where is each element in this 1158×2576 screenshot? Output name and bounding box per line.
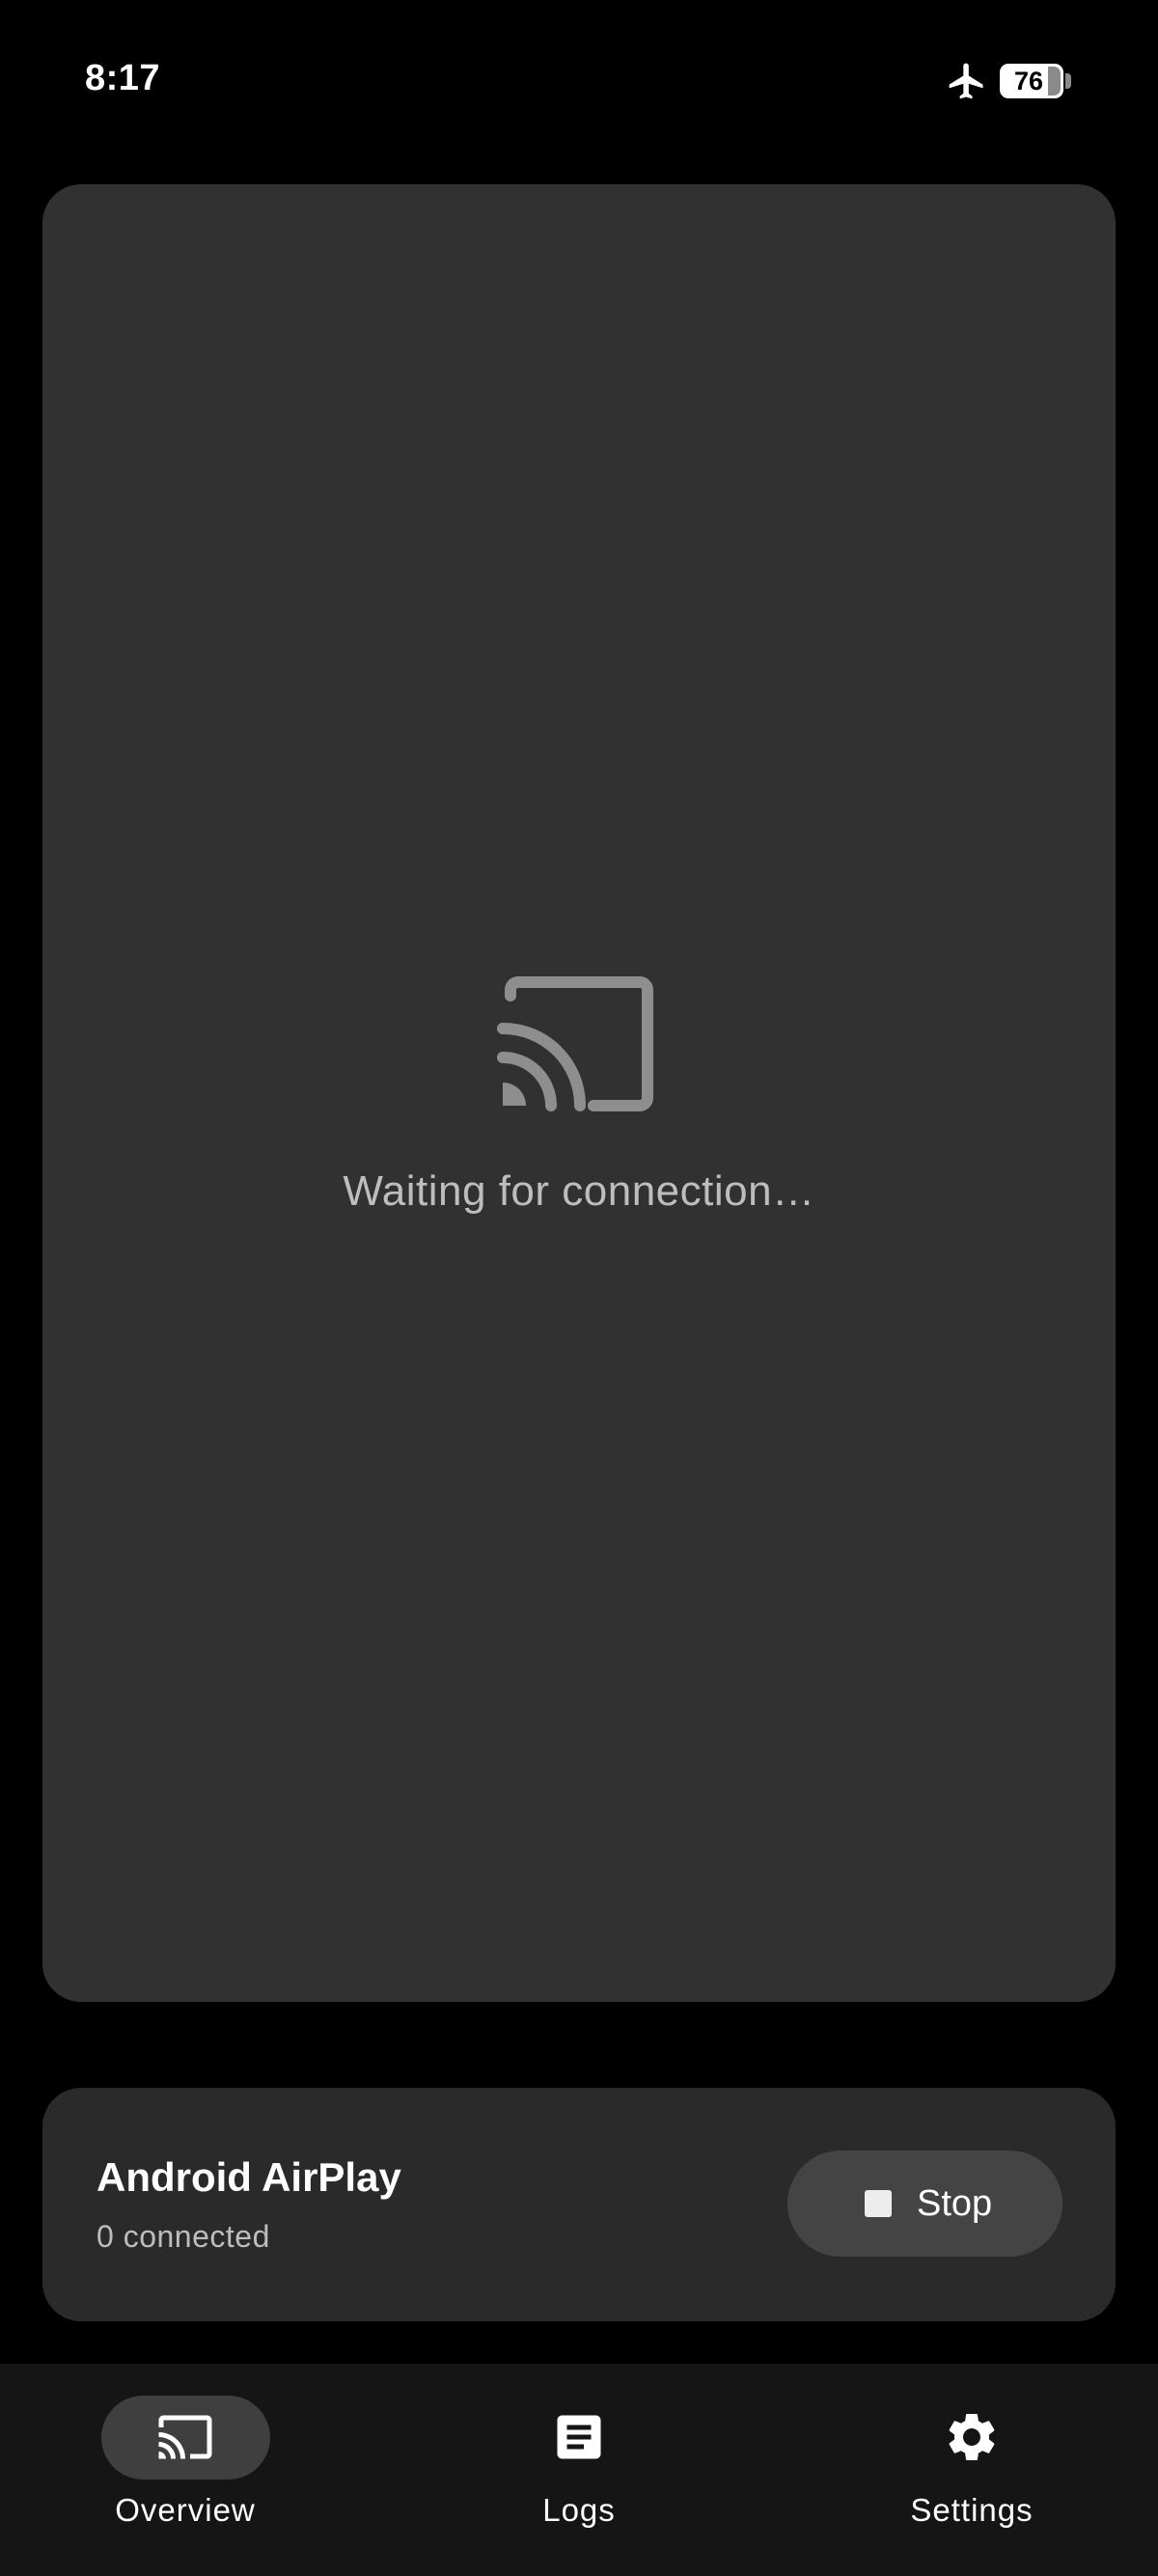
document-icon [557,2415,601,2459]
airplane-mode-icon [949,63,983,99]
status-time: 8:17 [85,58,161,98]
nav-label-overview: Overview [115,2492,256,2528]
stop-label: Stop [917,2183,993,2224]
stop-button[interactable]: Stop [787,2151,1062,2257]
status-bar: 8:17 76 [0,0,1158,164]
cast-icon [497,976,653,1111]
nav-item-settings[interactable]: Settings [827,2364,1117,2576]
waiting-message: Waiting for connection… [343,1167,815,1215]
battery-icon: 76 [1000,64,1073,98]
cast-icon [158,2415,212,2459]
connected-count: 0 connected [96,2219,270,2254]
nav-label-settings: Settings [910,2492,1034,2528]
battery-level: 76 [1013,67,1044,96]
stop-icon [865,2190,892,2217]
service-name: Android AirPlay [96,2154,401,2200]
gear-icon [949,2414,995,2460]
nav-label-logs: Logs [542,2492,616,2528]
nav-item-logs[interactable]: Logs [434,2364,724,2576]
nav-item-overview[interactable]: Overview [41,2364,330,2576]
bottom-navigation: Overview Logs Settings [0,2364,1158,2576]
service-card: Android AirPlay 0 connected Stop [42,2088,1116,2321]
